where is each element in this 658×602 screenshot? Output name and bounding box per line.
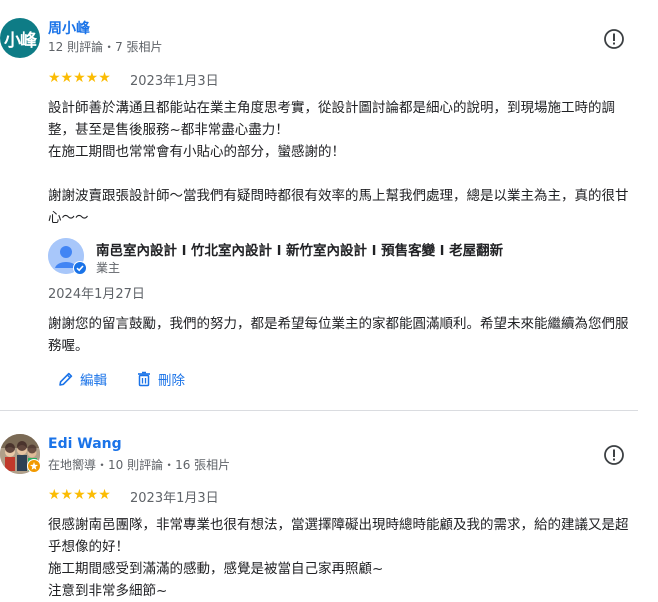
reviewer-avatar[interactable]: 小峰: [0, 18, 40, 58]
review-text: 很感謝南邑團隊，非常專業也很有想法，當選擇障礙出現時總時能顧及我的需求，給的建議…: [48, 517, 629, 599]
report-icon: [604, 445, 624, 465]
report-icon: [604, 29, 624, 49]
owner-role: 業主: [96, 261, 121, 275]
report-review-button[interactable]: [602, 27, 626, 51]
verified-badge-icon: [73, 261, 87, 275]
review-card: 小峰 周小峰 12 則評論・7 張相片 ★★★★★ 2023年1月3日 設計師善…: [0, 0, 658, 410]
owner-avatar: [48, 238, 87, 275]
reviewer-meta: 在地嚮導・10 則評論・16 張相片: [48, 458, 231, 472]
pencil-icon: [59, 372, 73, 386]
star-icon: ★★★★★: [48, 487, 111, 503]
trash-icon: [138, 371, 150, 387]
edit-reply-button[interactable]: 編輯: [58, 369, 107, 389]
delete-label: 刪除: [158, 373, 185, 389]
edit-label: 編輯: [80, 373, 107, 389]
review-card: Edi Wang 在地嚮導・10 則評論・16 張相片 ★★★★★ 2023年1…: [0, 411, 658, 599]
reply-date: 2024年1月27日: [48, 287, 145, 302]
star-rating: ★★★★★: [48, 71, 111, 85]
review-date: 2023年1月3日: [130, 491, 219, 506]
delete-reply-button[interactable]: 刪除: [136, 369, 185, 389]
local-guide-badge-icon: [27, 459, 41, 473]
star-icon: ★★★★★: [48, 70, 111, 86]
reviewer-name[interactable]: Edi Wang: [48, 436, 122, 452]
reply-text: 謝謝您的留言鼓勵，我們的努力，都是希望每位業主的家都能圓滿順利。希望未來能繼續為…: [48, 316, 629, 354]
owner-name: 南邑室內設計 l 竹北室內設計 l 新竹室內設計 l 預售客變 l 老屋翻新: [96, 243, 504, 259]
review-date: 2023年1月3日: [130, 74, 219, 89]
star-rating: ★★★★★: [48, 488, 111, 502]
report-review-button[interactable]: [602, 443, 626, 467]
reviewer-name[interactable]: 周小峰: [48, 18, 90, 38]
review-text: 設計師善於溝通且都能站在業主角度思考實，從設計圖討論都是細心的說明，到現場施工時…: [48, 100, 629, 226]
reviewer-meta: 12 則評論・7 張相片: [48, 40, 163, 54]
